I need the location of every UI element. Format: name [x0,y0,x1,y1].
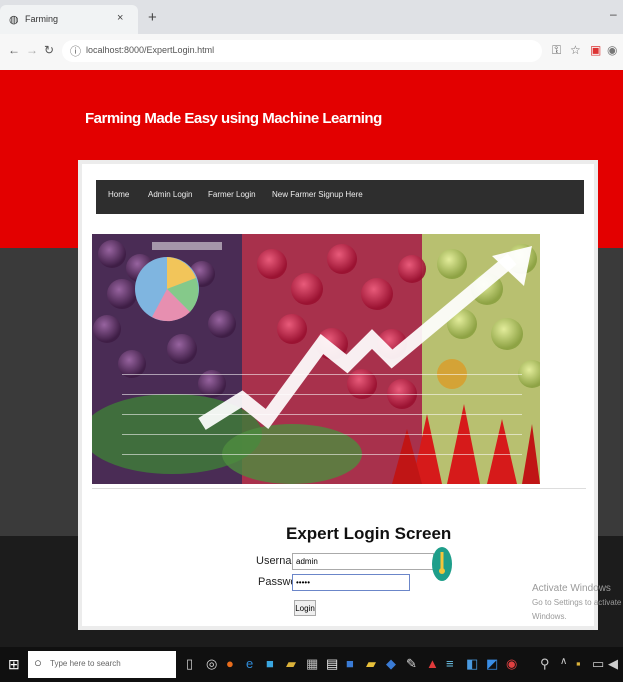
app-icon[interactable]: ● [226,656,234,671]
nav-home[interactable]: Home [108,190,129,199]
star-icon[interactable]: ☆ [570,43,581,57]
activate-windows-watermark: Activate Windows Go to Settings to activ… [532,582,623,624]
minimize-icon[interactable]: – [610,7,617,21]
python-icon[interactable]: ◆ [386,656,396,672]
windows-start-icon[interactable]: ⊞ [8,656,20,673]
top-navbar: Home Admin Login Farmer Login New Farmer… [96,180,584,214]
acrobat-icon[interactable]: ▲ [426,656,439,671]
word-icon[interactable]: ■ [346,656,354,671]
nav-farmer-signup[interactable]: New Farmer Signup Here [272,190,363,199]
tray-app-icon[interactable]: ▪ [576,656,581,671]
pdf-extension-icon[interactable]: ▣ [590,43,601,57]
info-icon: ⓘ [70,46,81,58]
search-placeholder: Type here to search [50,659,121,668]
tab-close-icon[interactable]: × [117,12,123,24]
browser-tab[interactable]: ◍ Farming × [0,5,138,34]
edge-icon[interactable]: e [246,656,253,671]
store-icon[interactable]: ■ [266,656,274,671]
nav-admin-login[interactable]: Admin Login [148,190,192,199]
url-field[interactable]: ⓘ localhost:8000/ExpertLogin.html [62,40,542,62]
chrome-icon[interactable]: ◉ [506,656,517,672]
nav-farmer-login[interactable]: Farmer Login [208,190,256,199]
network-icon[interactable]: ▭ [592,656,604,672]
browser-tab-bar: ◍ Farming × + – [0,0,623,34]
task-view-icon[interactable]: ◎ [206,656,217,672]
microphone-icon[interactable]: ▯ [186,656,193,672]
watermark-line2: Go to Settings to activate Windows. [532,598,622,621]
tab-title: Farming [25,14,59,24]
notepad-icon[interactable]: ▤ [326,656,338,672]
vscode-icon[interactable]: ◩ [486,656,498,672]
cortana-icon: ○ [34,655,42,670]
folder-icon[interactable]: ▰ [366,656,376,672]
key-icon[interactable]: ⚿ [552,43,561,58]
extension-icon[interactable]: ◉ [607,43,617,57]
tray-chevron-icon[interactable]: ∧ [560,656,567,667]
watermark-line1: Activate Windows [532,583,611,594]
forward-icon[interactable]: → [26,43,38,57]
site-title: Farming Made Easy using Machine Learning [85,110,382,127]
file-explorer-icon[interactable]: ▰ [286,656,296,672]
people-icon[interactable]: ⚲ [540,656,550,672]
browser-app-icon[interactable]: ◧ [466,656,478,672]
reload-icon[interactable]: ↻ [44,43,54,57]
new-tab-icon[interactable]: + [148,9,157,26]
content-card: Home Admin Login Farmer Login New Farmer… [78,160,598,630]
globe-icon: ◍ [9,14,19,26]
login-button[interactable]: Login [294,600,316,616]
banner-image [92,234,540,484]
back-icon[interactable]: ← [8,43,20,57]
address-bar-row: ← → ↻ ⓘ localhost:8000/ExpertLogin.html … [0,34,623,71]
taskbar: ⊞ ○ Type here to search ▯ ◎ ● e ■ ▰ ▦ ▤ … [0,647,623,682]
login-title: Expert Login Screen [286,524,452,543]
username-input[interactable] [292,553,434,570]
url-text: localhost:8000/ExpertLogin.html [86,45,215,55]
key-marker-icon [432,547,452,581]
settings-icon[interactable]: ≡ [446,656,454,671]
produce-chart-illustration [92,234,540,484]
calculator-icon[interactable]: ▦ [306,656,318,672]
pen-icon[interactable]: ✎ [406,656,417,672]
taskbar-search[interactable]: ○ Type here to search [28,651,176,678]
divider [92,488,586,489]
password-input[interactable] [292,574,410,591]
volume-icon[interactable]: ◀ [608,656,618,672]
